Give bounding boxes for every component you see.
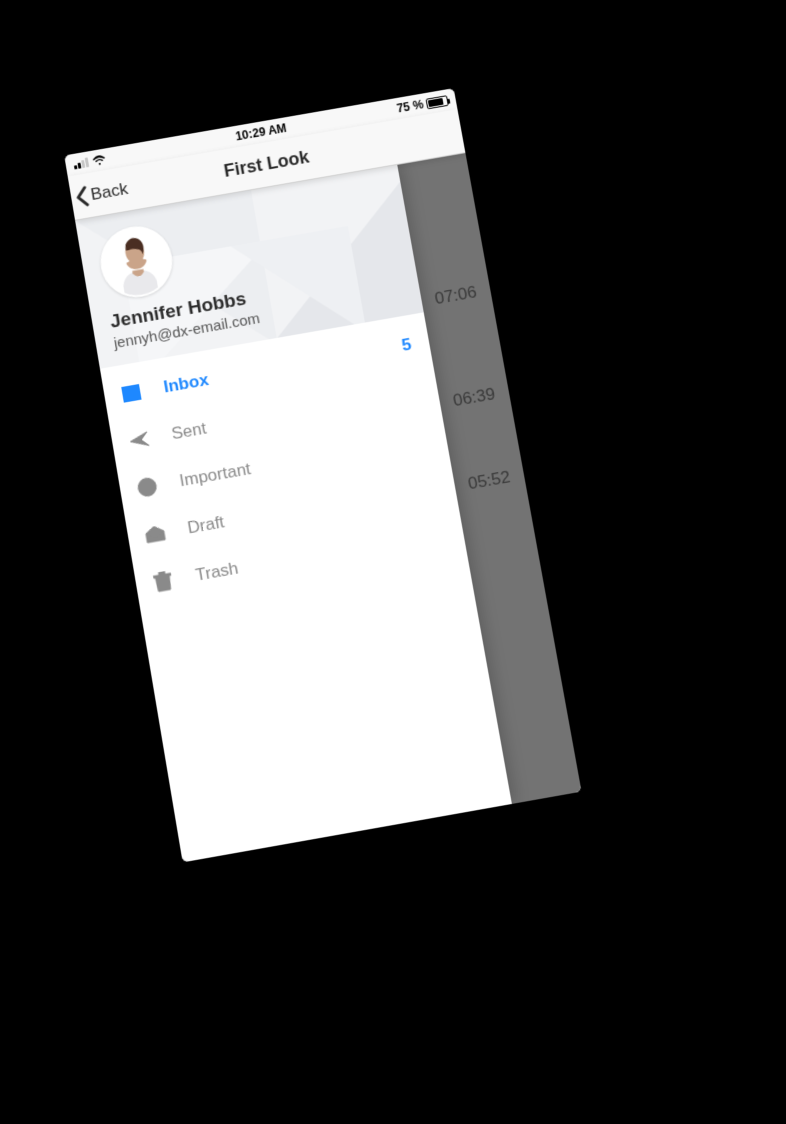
mail-item-time: 06:39: [452, 384, 497, 411]
chevron-left-icon: [73, 185, 90, 209]
menu-item-label: Inbox: [162, 370, 210, 397]
menu-item-label: Draft: [186, 512, 226, 538]
back-label: Back: [89, 179, 129, 205]
back-button[interactable]: Back: [72, 167, 132, 219]
draft-icon: [142, 522, 167, 547]
phone-frame: 07:06 06:39 05:52 10:29 AM 75 %: [64, 88, 581, 862]
mail-item-time: 07:06: [433, 282, 478, 309]
stage: 07:06 06:39 05:52 10:29 AM 75 %: [0, 0, 786, 1124]
send-icon: [127, 428, 152, 453]
menu-item-label: Important: [178, 459, 252, 491]
trash-icon: [150, 569, 175, 595]
page-title: First Look: [222, 147, 310, 182]
inbox-icon: [119, 381, 144, 406]
menu-item-label: Trash: [194, 559, 240, 586]
unread-count-badge: 5: [400, 335, 413, 356]
mail-item-time: 05:52: [466, 467, 511, 494]
menu-item-label: Sent: [170, 419, 208, 445]
important-icon: [135, 474, 160, 499]
